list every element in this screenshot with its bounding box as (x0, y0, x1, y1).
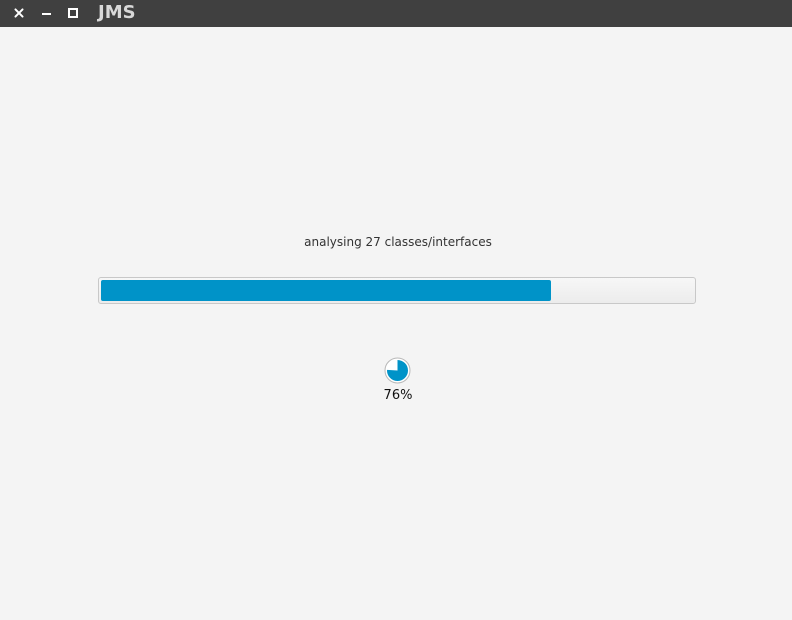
minimize-button[interactable] (37, 4, 55, 22)
progress-bar (98, 277, 696, 304)
progress-percent-label: 76% (383, 388, 413, 403)
progress-indicator-icon (384, 357, 411, 384)
window-title: JMS (98, 2, 136, 23)
close-icon (13, 7, 25, 19)
minimize-icon (41, 12, 51, 15)
progress-bar-fill (101, 280, 551, 301)
status-text: analysing 27 classes/interfaces (304, 235, 492, 249)
maximize-button[interactable] (64, 4, 82, 22)
close-button[interactable] (10, 4, 28, 22)
maximize-icon (68, 8, 78, 18)
title-bar: JMS (0, 0, 792, 27)
